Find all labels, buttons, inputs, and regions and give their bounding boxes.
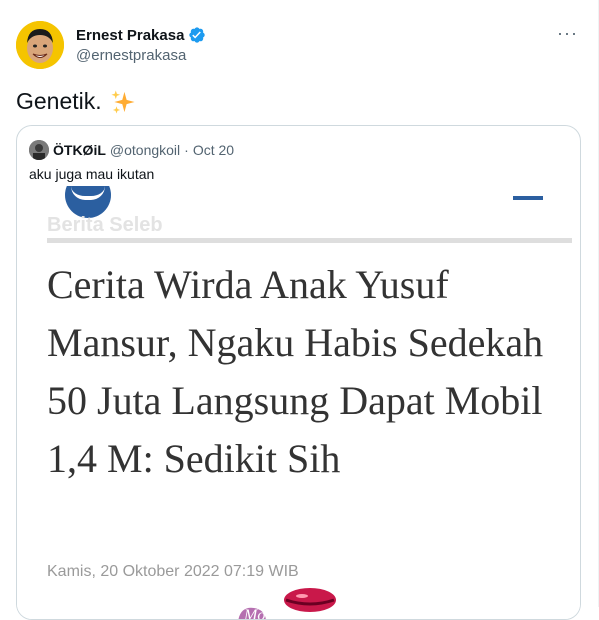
quoted-handle[interactable]: @otongkoil: [110, 142, 180, 158]
author-display-name[interactable]: Ernest Prakasa: [76, 27, 184, 44]
verified-badge-icon: [189, 27, 206, 43]
quoted-text: aku juga mau ikutan: [29, 166, 155, 182]
author-handle[interactable]: @ernestprakasa: [76, 47, 186, 64]
tweet-text: Genetik.: [16, 88, 102, 114]
more-options-icon[interactable]: ···: [557, 24, 578, 42]
author-name-row[interactable]: Ernest Prakasa: [76, 26, 206, 44]
lips-sticker-icon: Mol: [238, 588, 336, 620]
section-label: Berita Seleb: [47, 214, 163, 236]
hamburger-menu-icon: [513, 196, 543, 200]
quoted-media-image[interactable]: Berita Seleb Cerita Wirda Anak Yusuf Man…: [17, 186, 580, 620]
article-dateline: Kamis, 20 Oktober 2022 07:19 WIB: [47, 563, 299, 580]
article-headline: Cerita Wirda Anak Yusuf Mansur, Ngaku Ha…: [47, 262, 544, 481]
sparkles-icon: [111, 89, 135, 114]
author-avatar[interactable]: [16, 21, 64, 69]
quoted-author-avatar[interactable]: [29, 140, 49, 160]
svg-text:Mol: Mol: [243, 607, 270, 620]
separator-dot: ·: [184, 142, 189, 158]
avatar-face-icon: [16, 21, 64, 69]
quoted-date[interactable]: Oct 20: [193, 142, 234, 158]
tweet-container: Ernest Prakasa @ernestprakasa ··· Geneti…: [0, 0, 599, 620]
tweet-body: Genetik.: [16, 88, 136, 115]
quoted-display-name[interactable]: ÖTKØiL: [53, 142, 106, 158]
divider: [47, 238, 572, 243]
quoted-tweet[interactable]: ÖTKØiL @otongkoil · Oct 20 aku juga mau …: [16, 125, 581, 620]
quoted-avatar-icon: [29, 140, 49, 160]
quoted-tweet-header: ÖTKØiL @otongkoil · Oct 20: [29, 140, 238, 160]
